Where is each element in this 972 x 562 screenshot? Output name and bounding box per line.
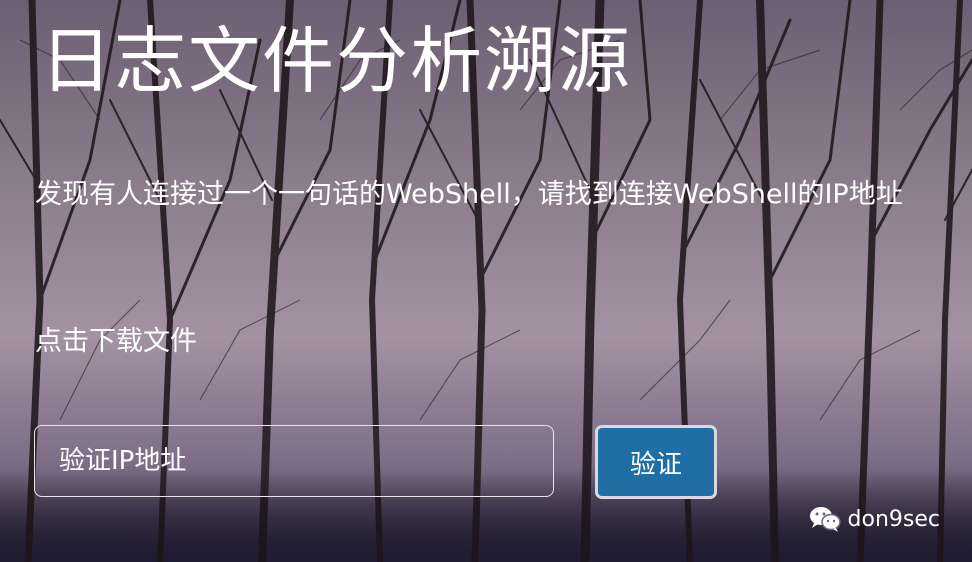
wechat-icon [809, 507, 841, 532]
page-title: 日志文件分析溯源 [40, 19, 633, 103]
verify-button[interactable]: 验证 [595, 425, 717, 499]
watermark: don9sec [808, 504, 940, 534]
ip-address-input[interactable] [34, 425, 554, 497]
challenge-description: 发现有人连接过一个一句话的WebShell，请找到连接WebShell的IP地址 [35, 179, 903, 210]
download-file-link[interactable]: 点击下载文件 [35, 322, 197, 362]
watermark-text: don9sec [847, 506, 940, 532]
